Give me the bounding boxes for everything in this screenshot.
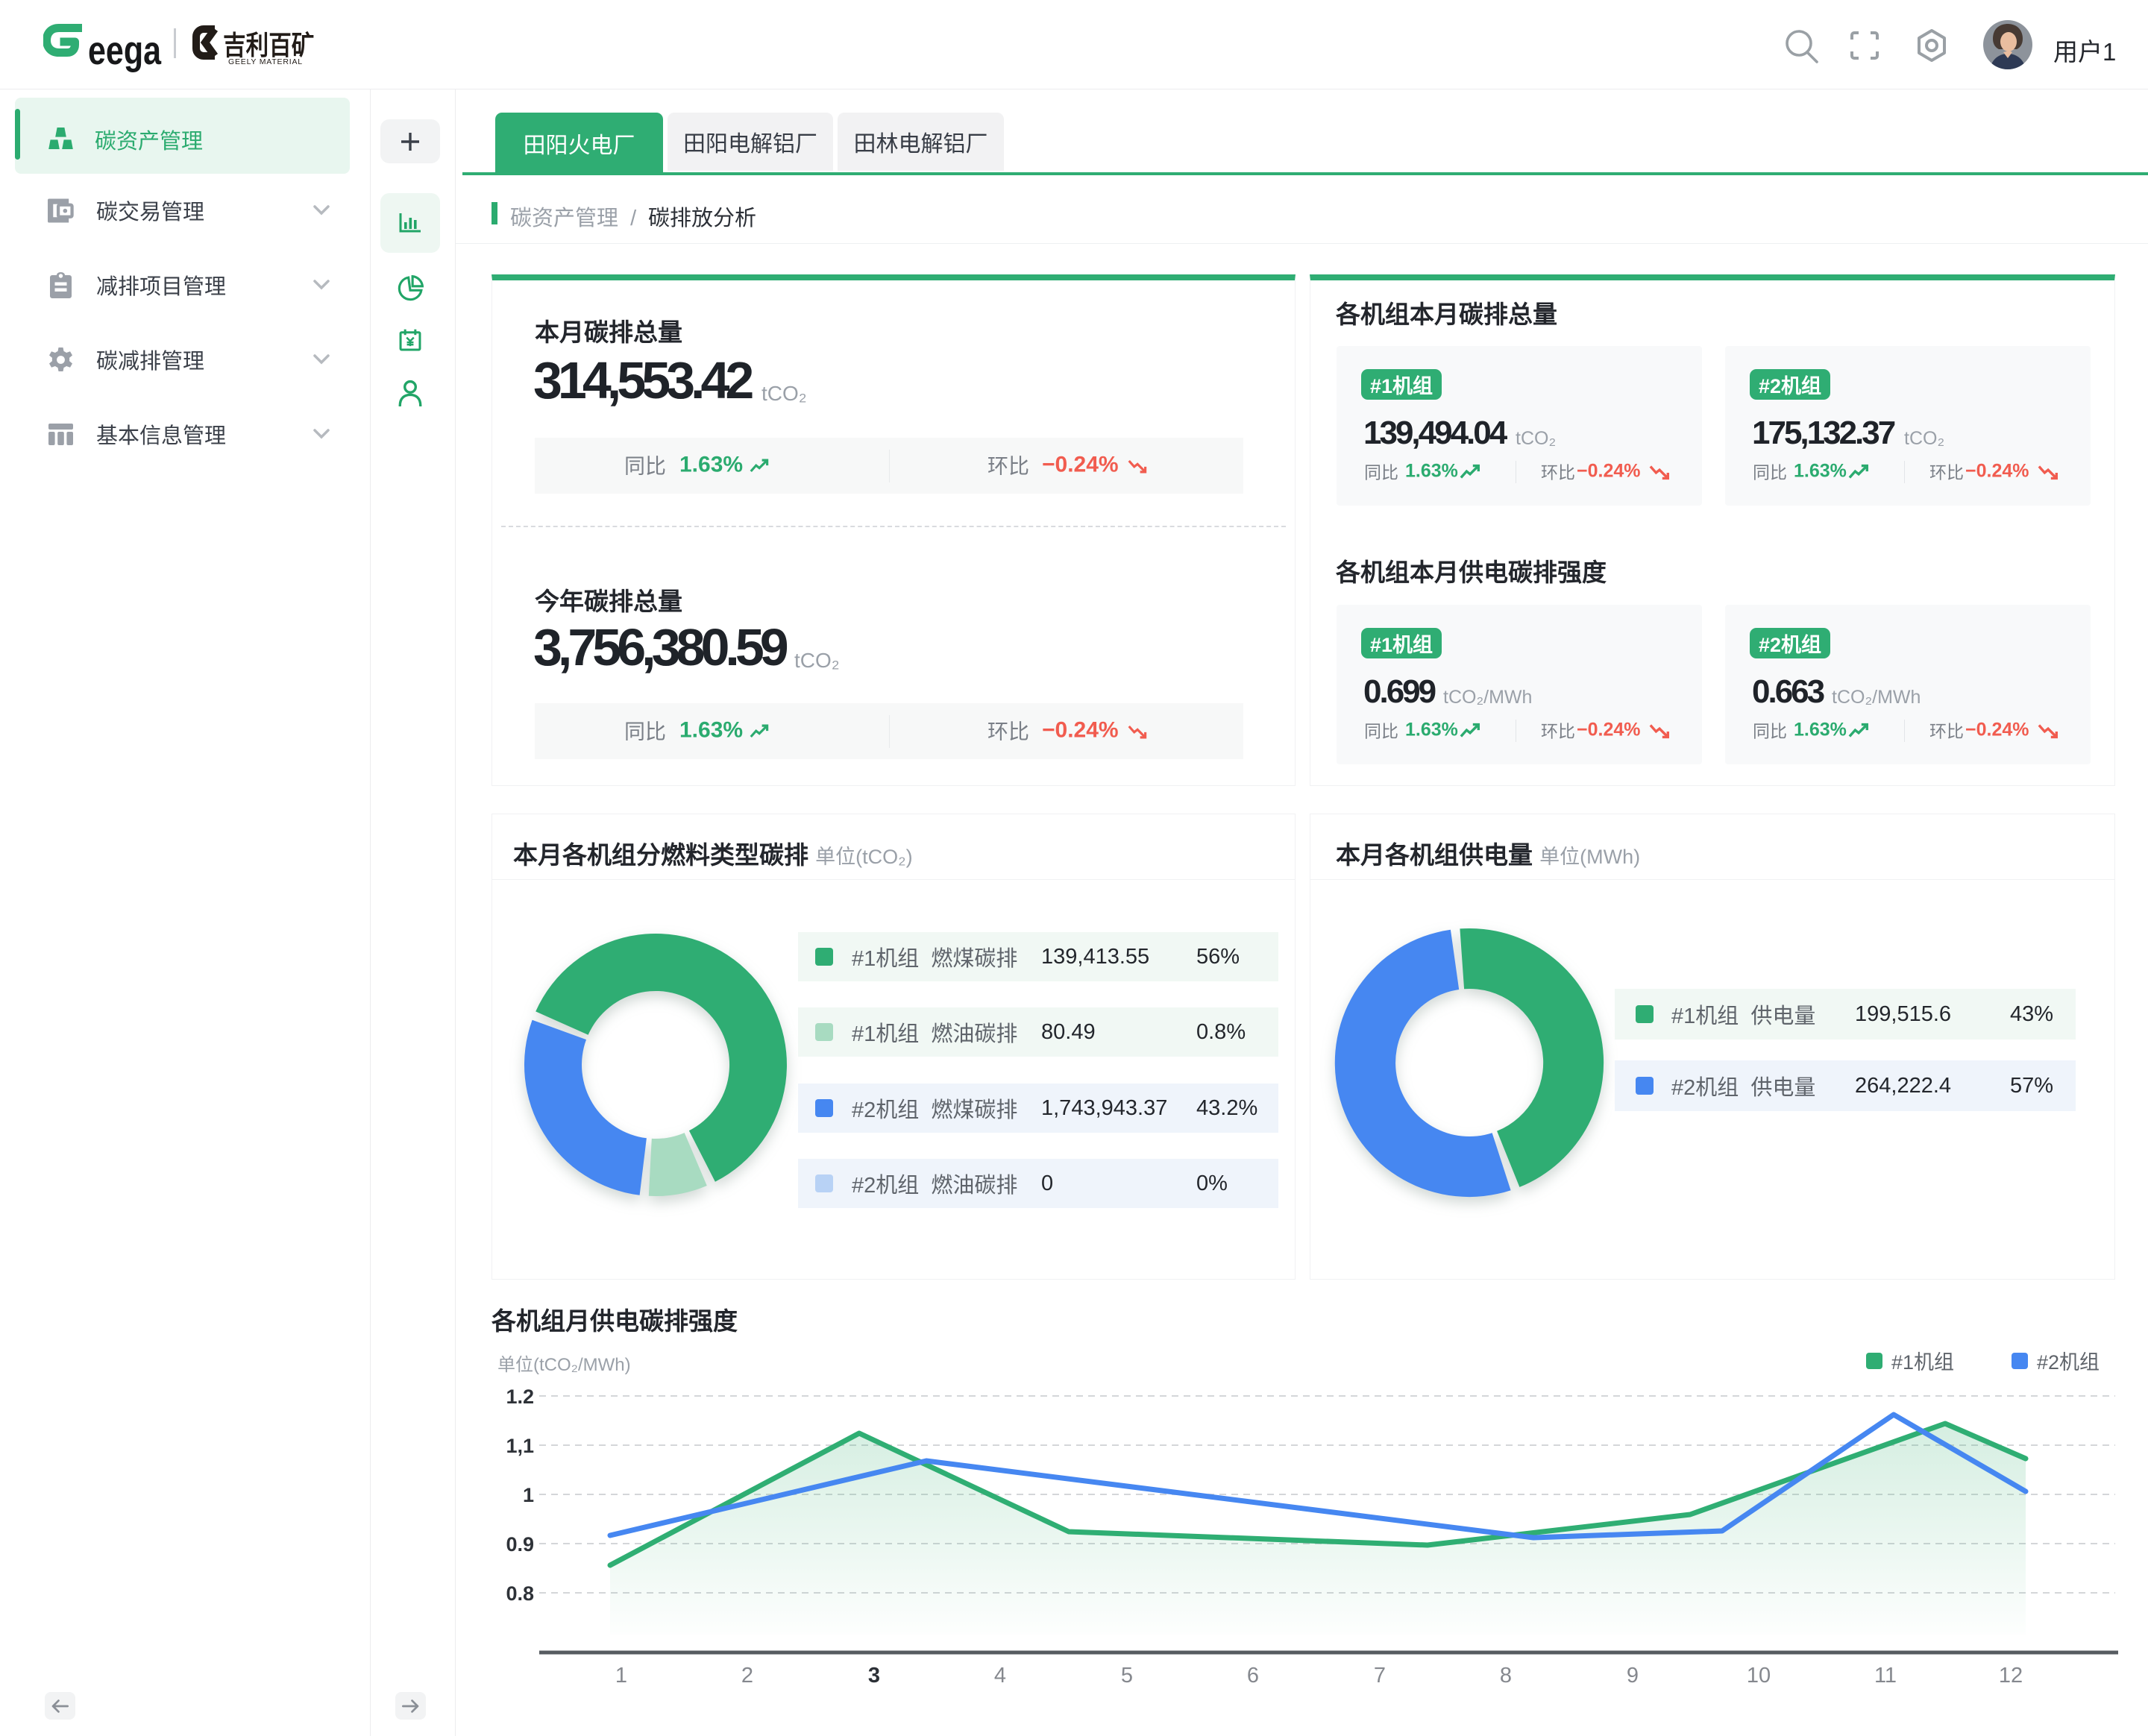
svg-text:1: 1: [615, 1664, 627, 1688]
svg-text:0.9: 0.9: [506, 1533, 534, 1556]
svg-text:8: 8: [1500, 1664, 1512, 1688]
svg-text:6: 6: [1247, 1664, 1259, 1688]
svg-text:0.8: 0.8: [506, 1582, 534, 1605]
svg-text:1,1: 1,1: [506, 1435, 534, 1457]
svg-text:1: 1: [523, 1484, 534, 1506]
svg-text:7: 7: [1374, 1664, 1386, 1688]
svg-text:12: 12: [1999, 1664, 2023, 1688]
svg-text:10: 10: [1747, 1664, 1771, 1688]
svg-text:3: 3: [868, 1664, 880, 1688]
svg-text:9: 9: [1627, 1664, 1639, 1688]
svg-text:5: 5: [1121, 1664, 1133, 1688]
svg-text:4: 4: [994, 1664, 1006, 1688]
svg-text:11: 11: [1874, 1664, 1897, 1688]
svg-text:2: 2: [741, 1664, 753, 1688]
svg-text:#2机组: #2机组: [2037, 1351, 2100, 1374]
svg-text:eega: eega: [88, 28, 162, 73]
svg-text:#1机组: #1机组: [1891, 1351, 1954, 1374]
svg-text:1.2: 1.2: [506, 1386, 534, 1408]
